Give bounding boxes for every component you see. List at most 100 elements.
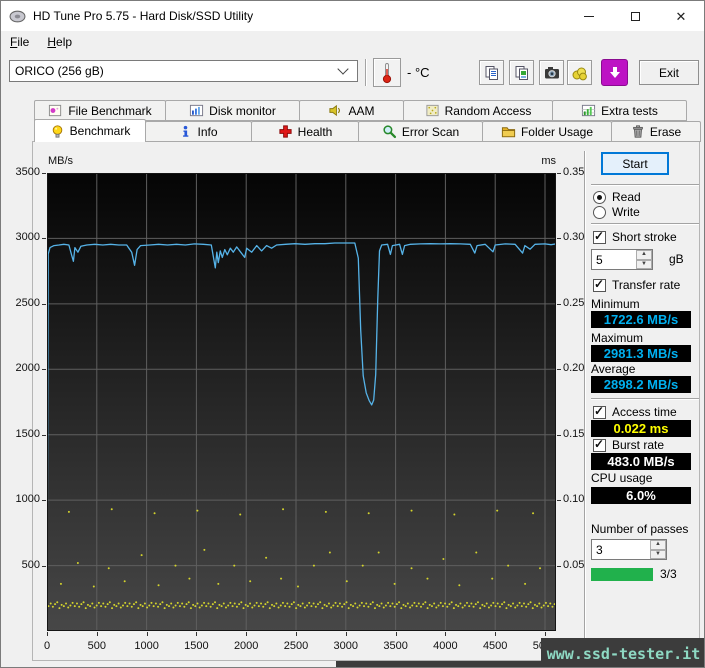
capacity-unit-label: gB <box>669 252 684 266</box>
axis-tick-label: 1500 <box>6 428 40 440</box>
copy-report-button[interactable] <box>479 60 504 85</box>
tab-label: Disk monitor <box>209 104 276 118</box>
tab-benchmark[interactable]: Benchmark <box>34 119 146 142</box>
axis-tick-mark <box>42 369 46 370</box>
chevron-down-icon <box>337 63 348 74</box>
menu-file[interactable]: File <box>1 32 38 52</box>
passes-value: 3 <box>592 540 650 559</box>
average-value: 2898.2 MB/s <box>591 376 691 393</box>
right-axis-unit: ms <box>529 155 556 167</box>
tab-file-benchmark[interactable]: File Benchmark <box>34 100 166 121</box>
app-window: HD Tune Pro 5.75 - Hard Disk/SSD Utility… <box>0 0 705 668</box>
axis-tick-mark <box>147 632 148 636</box>
tab-label: Info <box>197 125 217 139</box>
write-radio[interactable]: Write <box>593 205 640 219</box>
axis-tick-label: 0.20 <box>563 362 584 374</box>
menubar: File Help <box>1 31 704 53</box>
toolbar-separator <box>365 59 366 86</box>
passes-spinner[interactable]: 3 ▲▼ <box>591 539 667 560</box>
progress-text: 3/3 <box>660 567 677 581</box>
maximize-button[interactable] <box>612 1 658 31</box>
random-access-icon <box>425 103 440 118</box>
cpu-usage-label: CPU usage <box>591 471 652 485</box>
axis-tick-label: 0.30 <box>563 231 584 243</box>
start-button[interactable]: Start <box>601 152 669 175</box>
benchmark-icon <box>50 124 65 139</box>
tab-health[interactable]: Health <box>251 121 359 142</box>
tab-disk-monitor[interactable]: Disk monitor <box>165 100 300 121</box>
axis-tick-mark <box>42 500 46 501</box>
tab-erase[interactable]: Erase <box>611 121 701 142</box>
speaker-icon <box>328 103 343 118</box>
exit-button[interactable]: Exit <box>639 60 699 85</box>
axis-tick-mark <box>557 238 561 239</box>
copy-report-icon <box>484 65 500 81</box>
short-stroke-checkbox[interactable]: Short stroke <box>593 230 677 244</box>
burst-rate-label: Burst rate <box>612 438 664 452</box>
transfer-rate-label: Transfer rate <box>612 278 680 292</box>
checkbox-checked-icon <box>593 231 606 244</box>
access-time-checkbox[interactable]: Access time <box>593 405 677 419</box>
app-icon <box>9 8 26 25</box>
drive-select[interactable]: ORICO (256 gB) <box>9 60 358 82</box>
minimum-label: Minimum <box>591 297 640 311</box>
axis-tick-mark <box>557 566 561 567</box>
copy-image-button[interactable] <box>509 60 534 85</box>
spin-up-button[interactable]: ▲ <box>636 250 652 260</box>
short-stroke-label: Short stroke <box>612 230 677 244</box>
axis-tick-label: 1000 <box>6 493 40 505</box>
left-axis-unit: MB/s <box>48 155 73 167</box>
folder-icon <box>501 124 516 139</box>
minimum-value: 1722.6 MB/s <box>591 311 691 328</box>
read-radio[interactable]: Read <box>593 190 641 204</box>
tab-label: Error Scan <box>402 125 459 139</box>
minimize-button[interactable] <box>566 1 612 31</box>
axis-tick-label: 500 <box>75 640 119 652</box>
axis-tick-label: 2500 <box>274 640 318 652</box>
axis-tick-label: 0.25 <box>563 297 584 309</box>
temperature-button[interactable] <box>373 58 401 87</box>
axis-tick-mark <box>42 566 46 567</box>
screenshot-button[interactable] <box>539 60 564 85</box>
spin-down-button[interactable]: ▼ <box>650 550 666 560</box>
axis-tick-mark <box>196 632 197 636</box>
tab-label: Folder Usage <box>521 125 593 139</box>
checkbox-checked-icon <box>593 439 606 452</box>
axis-tick-mark <box>557 500 561 501</box>
axis-tick-label: 3500 <box>6 166 40 178</box>
tab-random-access[interactable]: Random Access <box>403 100 553 121</box>
tab-aam[interactable]: AAM <box>299 100 404 121</box>
tab-label: Health <box>298 125 333 139</box>
download-button[interactable] <box>601 59 628 86</box>
axis-tick-label: 0.10 <box>563 493 584 505</box>
axis-tick-label: 1000 <box>125 640 169 652</box>
temperature-display: - °C <box>407 65 430 80</box>
capacity-spinner[interactable]: 5 ▲▼ <box>591 249 653 270</box>
donate-button[interactable] <box>567 60 592 85</box>
close-icon: ✕ <box>676 10 687 23</box>
close-button[interactable]: ✕ <box>658 1 704 31</box>
menu-help[interactable]: Help <box>38 32 81 52</box>
axis-tick-label: 500 <box>6 559 40 571</box>
average-label: Average <box>591 362 635 376</box>
tab-label: Random Access <box>445 104 532 118</box>
tab-extra-tests[interactable]: Extra tests <box>552 100 687 121</box>
exit-label: Exit <box>659 66 679 80</box>
axis-tick-mark <box>246 632 247 636</box>
maximum-label: Maximum <box>591 331 643 345</box>
cpu-usage-value: 6.0% <box>591 487 691 504</box>
spin-down-button[interactable]: ▼ <box>636 260 652 270</box>
axis-tick-mark <box>97 632 98 636</box>
axis-tick-label: 3000 <box>6 231 40 243</box>
tab-error-scan[interactable]: Error Scan <box>358 121 483 142</box>
burst-rate-checkbox[interactable]: Burst rate <box>593 438 664 452</box>
tab-info[interactable]: Info <box>145 121 252 142</box>
transfer-rate-checkbox[interactable]: Transfer rate <box>593 278 680 292</box>
spin-up-button[interactable]: ▲ <box>650 540 666 550</box>
axis-tick-mark <box>396 632 397 636</box>
disk-monitor-icon <box>189 103 204 118</box>
checkbox-checked-icon <box>593 279 606 292</box>
tab-folder-usage[interactable]: Folder Usage <box>482 121 612 142</box>
axis-tick-mark <box>557 369 561 370</box>
minimize-icon <box>584 16 594 17</box>
